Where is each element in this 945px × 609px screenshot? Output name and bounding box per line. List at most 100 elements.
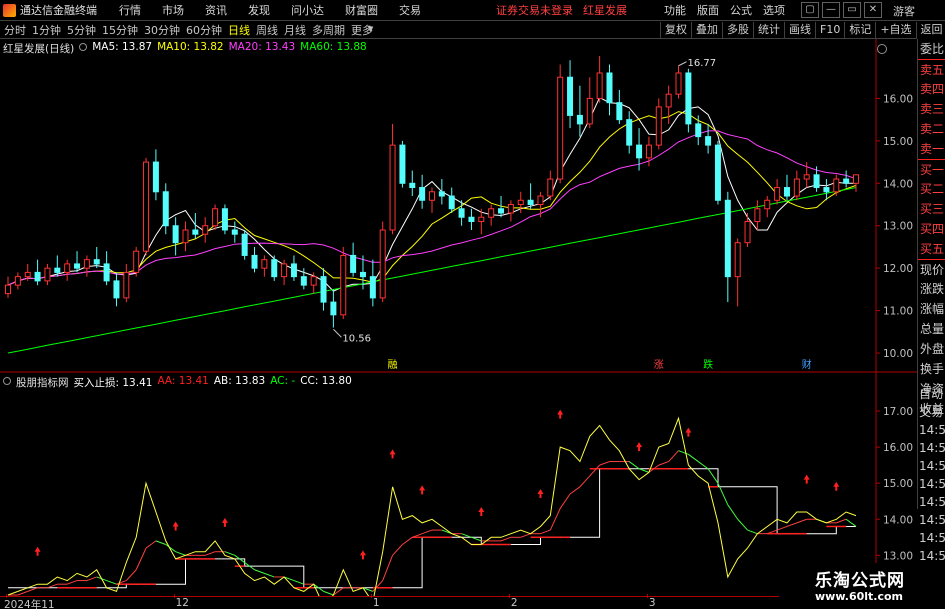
candle-body — [152, 161, 159, 193]
buy-arrow-icon — [537, 489, 544, 498]
event-marker[interactable]: 财 — [802, 358, 812, 371]
candle-body — [695, 123, 702, 138]
candle-body — [793, 178, 800, 197]
cc-line-segment — [372, 580, 384, 592]
candle-body — [221, 208, 228, 231]
cc-line-segment — [697, 461, 709, 470]
candle-body — [379, 229, 386, 299]
quote-label-9: 买四 — [920, 222, 945, 236]
cc-line-segment — [471, 536, 482, 542]
x-axis-label-4: 3 — [648, 597, 656, 609]
candle-body — [744, 220, 751, 244]
candle-body — [596, 72, 603, 99]
cc-line-segment — [658, 461, 669, 466]
chart-canvas[interactable]: 10.0011.0012.0013.0014.0015.0016.0012.00… — [0, 0, 917, 596]
stop-step-line — [8, 468, 856, 589]
candle-body — [231, 229, 238, 235]
candle-body — [616, 102, 623, 121]
site-watermark: 乐淘公式网 www.60lt.com — [779, 563, 945, 609]
x-axis-label-1: 12 — [175, 597, 189, 609]
candle-body — [685, 72, 692, 125]
candle-body — [783, 187, 790, 197]
cc-line-segment — [323, 590, 334, 596]
x-axis-tick — [370, 594, 372, 598]
cc-line-segment — [293, 580, 304, 585]
x-axis-tick — [646, 594, 648, 598]
quote-label-16: 换手 — [920, 362, 945, 376]
quote-label-2: 卖四 — [920, 82, 945, 96]
tick-label-0[interactable]: 自动 — [917, 385, 945, 403]
candle-body — [843, 178, 850, 184]
buy-arrow-icon — [172, 521, 179, 531]
cc-line-segment — [737, 518, 748, 531]
main-ytick-label-4: 14.00 — [883, 178, 913, 190]
candle-body — [330, 301, 337, 316]
candle-body — [182, 229, 189, 244]
candle-body — [409, 182, 416, 189]
candle-body — [44, 267, 51, 282]
candle-body — [192, 229, 199, 235]
candle-body — [537, 195, 544, 206]
candle-body — [389, 144, 396, 231]
cc-line-segment — [205, 551, 216, 556]
buy-arrow-icon — [359, 550, 366, 560]
candle-body — [93, 259, 100, 265]
cc-line-segment — [747, 529, 758, 535]
tick-label-2: 14:56 — [919, 423, 945, 437]
cc-line-segment — [392, 544, 403, 556]
candle-body — [468, 216, 475, 222]
candle-body — [212, 208, 219, 227]
main-ytick-label-0: 10.00 — [883, 348, 913, 360]
cc-line-segment — [500, 536, 512, 542]
ind-ytick-label-3: 15.00 — [883, 478, 913, 490]
cc-line-segment — [599, 461, 610, 466]
quote-label-6: 买一 — [918, 159, 945, 179]
quote-label-13: 涨幅 — [920, 302, 945, 316]
cc-line-segment — [421, 529, 433, 535]
cc-line-segment — [27, 587, 38, 592]
event-marker[interactable]: 涨 — [654, 359, 664, 371]
candle-body — [833, 178, 840, 193]
candle-body — [764, 199, 771, 210]
cc-line-segment — [264, 572, 275, 578]
main-ytick-label-6: 16.00 — [883, 93, 913, 105]
candle-body — [5, 284, 11, 295]
candle-body — [290, 263, 297, 278]
candle-body — [83, 259, 90, 269]
buy-arrow-icon — [478, 507, 485, 517]
x-axis-label-2: 1 — [372, 597, 380, 609]
tick-label-1[interactable]: 交易 — [917, 403, 945, 421]
candle-body — [399, 144, 406, 184]
candle-body — [853, 174, 859, 184]
ind-ytick-label-4: 16.00 — [883, 442, 913, 454]
candle-body — [714, 144, 721, 201]
candle-body — [517, 199, 524, 206]
candle-body — [507, 204, 514, 214]
cc-line-segment — [86, 576, 97, 582]
candle-body — [478, 216, 485, 222]
cc-line-segment — [155, 540, 166, 545]
candle-body — [734, 242, 741, 278]
candle-body — [724, 199, 731, 278]
candle-body — [202, 225, 209, 235]
candle-body — [251, 254, 258, 269]
cc-line-segment — [382, 555, 394, 581]
buy-arrow-icon — [685, 427, 692, 437]
x-axis-tick — [6, 594, 7, 598]
candle-body — [133, 250, 140, 273]
tool-button-8[interactable]: 返回 — [915, 22, 945, 38]
x-axis-label-0: 2024年11 — [4, 599, 55, 609]
candle-body — [458, 208, 465, 218]
candle-body — [74, 263, 81, 269]
candle-body — [438, 191, 445, 197]
candle-body — [498, 208, 505, 214]
candle-body — [586, 97, 593, 125]
cc-line-segment — [175, 551, 186, 556]
cc-line-segment — [786, 522, 798, 527]
cc-line-segment — [549, 508, 561, 531]
quote-label-4: 卖二 — [920, 122, 945, 136]
event-marker[interactable]: 跌 — [703, 358, 713, 371]
event-marker[interactable]: 融 — [388, 359, 398, 371]
main-ytick-label-1: 11.00 — [883, 306, 913, 318]
candle-body — [113, 280, 120, 299]
